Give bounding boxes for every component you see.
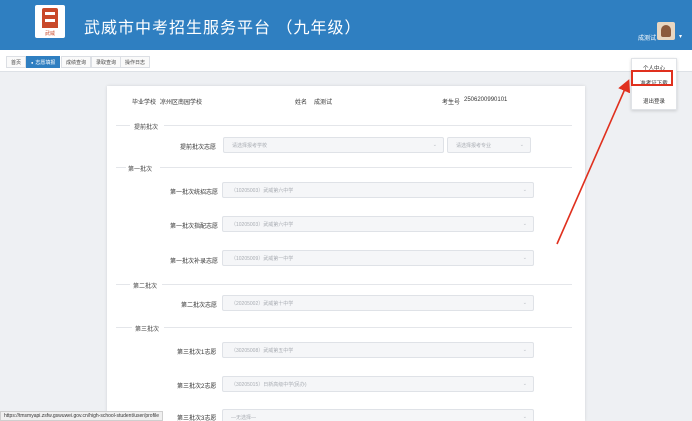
annotation-arrow xyxy=(556,79,631,245)
status-bar-url: https://tmsmyapi.zsfw.gswuwei.gov.cn/hig… xyxy=(0,411,163,421)
